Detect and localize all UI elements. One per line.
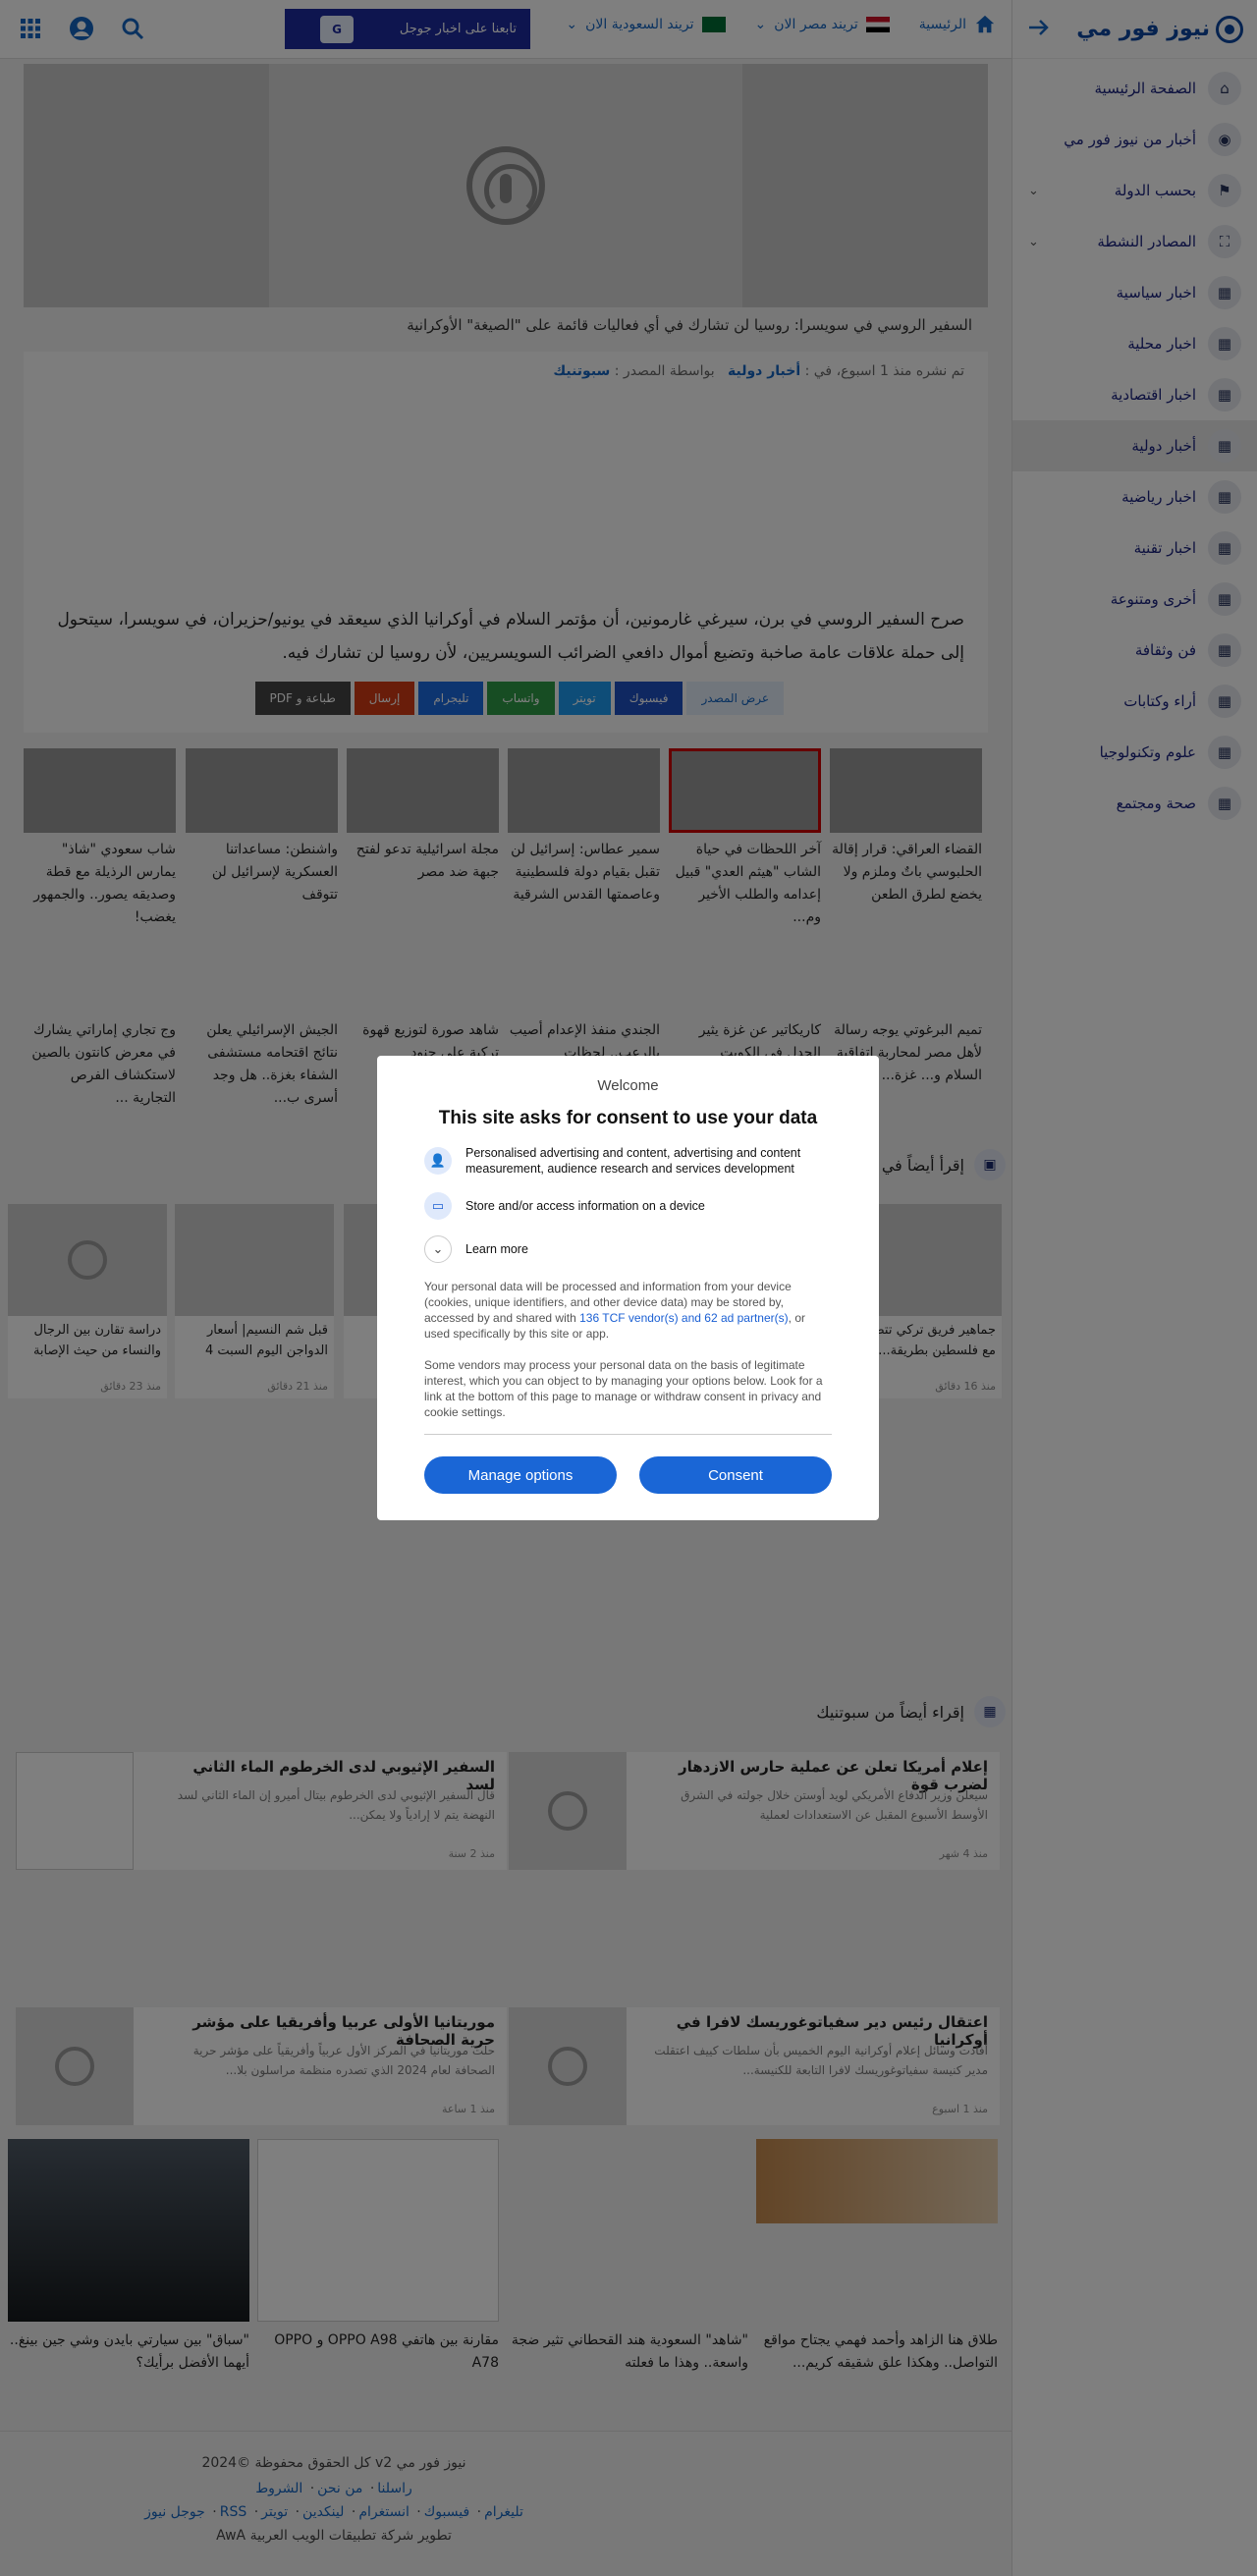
consent-purpose-ads: 👤 Personalised advertising and content, … [424, 1145, 832, 1177]
divider [424, 1434, 832, 1435]
device-icon: ▭ [424, 1192, 452, 1220]
consent-purpose-device: ▭ Store and/or access information on a d… [424, 1192, 832, 1220]
consent-purpose-ads-text: Personalised advertising and content, ad… [465, 1146, 801, 1176]
consent-button[interactable]: Consent [639, 1456, 832, 1494]
person-icon: 👤 [424, 1147, 452, 1175]
learn-more-label: Learn more [465, 1242, 528, 1256]
consent-title: This site asks for consent to use your d… [438, 1108, 818, 1128]
consent-dialog: Welcome This site asks for consent to us… [377, 1056, 879, 1520]
learn-more-toggle[interactable]: ⌄ Learn more [424, 1235, 832, 1263]
chevron-down-icon: ⌄ [424, 1235, 452, 1263]
consent-purpose-device-text: Store and/or access information on a dev… [465, 1199, 705, 1213]
manage-options-button[interactable]: Manage options [424, 1456, 617, 1494]
consent-body-2: Some vendors may process your personal d… [424, 1358, 823, 1419]
consent-welcome: Welcome [597, 1077, 659, 1094]
consent-body-1: Your personal data will be processed and… [424, 1279, 832, 1342]
vendors-link[interactable]: 136 TCF vendor(s) and 62 ad partner(s) [579, 1311, 789, 1325]
